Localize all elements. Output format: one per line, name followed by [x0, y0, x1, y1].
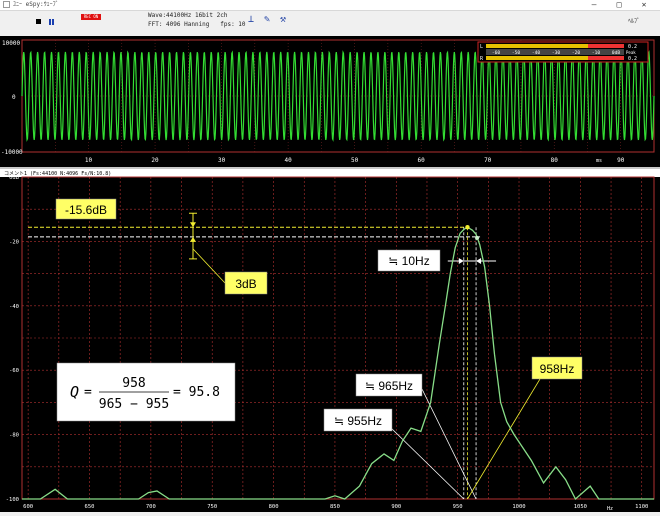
maximize-button[interactable]: □ — [608, 0, 630, 10]
record-button[interactable]: REC ON — [81, 14, 101, 20]
help-menu[interactable]: ﾍﾙﾌﾟ — [628, 16, 640, 25]
wave-x-tick: 50 — [351, 157, 359, 164]
spectrum-header: コメント1 (Fs:44100 N:4096 Fs/N:10.8) — [4, 171, 111, 177]
wave-x-tick: 70 — [484, 157, 492, 164]
pen-icon[interactable]: ✎ — [261, 14, 273, 26]
meter-peak-label: Peak — [626, 50, 636, 55]
close-button[interactable]: ✕ — [633, 0, 655, 10]
waveform-svg: 10000 0 -10000 10 20 30 40 50 60 70 80 90 ms L R… — [1, 39, 655, 164]
spectrum-y-tick: -100 — [6, 497, 19, 503]
app-icon — [3, 1, 10, 8]
meter-scale-label: -50 — [512, 50, 520, 56]
meter-scale-label: -20 — [572, 50, 580, 56]
spectrum-svg: コメント1 (Fs:44100 N:4096 Fs/N:10.8) 0dB -20… — [0, 169, 660, 512]
window-title: ﾕﾆｰ eSpy:ｳｪｰﾌﾞ — [13, 1, 59, 8]
stop-icon[interactable] — [36, 19, 41, 24]
spectrum-x-tick: 600 — [23, 504, 33, 510]
peak-marker — [465, 225, 470, 230]
q-numerator: 958 — [122, 376, 145, 391]
upper-freq-label: ≒ 965Hz — [365, 379, 413, 393]
peak-level-label: -15.6dB — [65, 203, 107, 217]
annotation-center-freq: 958Hz — [531, 356, 583, 380]
meter-scale-label: -10 — [592, 50, 600, 56]
wave-y-tick: 0 — [12, 94, 16, 101]
q-symbol: Q — [70, 383, 79, 401]
drop-arrow — [190, 236, 196, 242]
annotation-bandwidth: ≒ 10Hz — [377, 249, 441, 272]
meter-left-label: L — [480, 44, 483, 50]
drop-leader — [192, 248, 226, 284]
waveform-x-ticks: 10 20 30 40 50 60 70 80 90 — [85, 157, 625, 164]
wave-x-tick: 60 — [418, 157, 426, 164]
bandwidth-arrowhead — [458, 258, 464, 264]
wave-x-tick: 40 — [284, 157, 292, 164]
waveform-panel: 10000 0 -10000 10 20 30 40 50 60 70 80 90 ms L R… — [0, 36, 660, 167]
meter-scale-label: -30 — [552, 50, 560, 56]
q-formula-box: Q = 958 965 − 955 = 95.8 — [56, 362, 236, 422]
spectrum-y-tick: -80 — [9, 433, 19, 439]
q-equals: = — [84, 385, 92, 400]
minimize-button[interactable]: — — [583, 0, 605, 10]
annotation-guides — [28, 212, 541, 500]
bandwidth-label: ≒ 10Hz — [388, 254, 429, 268]
spectrum-x-tick: 700 — [146, 504, 156, 510]
annotation-peak-level: -15.6dB — [55, 198, 117, 220]
drop-arrow — [190, 222, 196, 228]
drop-label: 3dB — [235, 277, 256, 291]
bars-icon[interactable]: ⊥ — [245, 14, 257, 26]
spectrum-x-tick: 950 — [453, 504, 463, 510]
spectrum-x-tick: 1100 — [635, 504, 648, 510]
spectrum-y-tick: -60 — [9, 368, 19, 374]
lower-freq-label: ≒ 955Hz — [334, 414, 382, 428]
half-power-marker — [475, 235, 480, 240]
wrench-icon[interactable]: ⚒ — [277, 14, 289, 26]
wave-x-tick: 30 — [218, 157, 226, 164]
meter-scale-label: 0dB — [612, 50, 620, 56]
spectrum-x-tick: 1050 — [574, 504, 587, 510]
spectrum-grid — [22, 177, 654, 499]
annotation-lower-freq: ≒ 955Hz — [323, 408, 393, 432]
spectrum-x-ticks: 600 650 700 750 800 850 900 950 1000 1050 1100 — [23, 504, 648, 510]
meter-left-peak — [588, 44, 624, 48]
spectrum-y-tick: -40 — [9, 304, 19, 310]
spectrum-x-tick: 1000 — [512, 504, 525, 510]
level-meter: L R -60 -50 -40 -30 -20 -10 0dB 0.2 Peak 0.2 — [477, 41, 649, 63]
spectrum-y-tick: 0dB — [9, 175, 20, 181]
wave-x-tick: 10 — [85, 157, 93, 164]
spectrum-x-tick: 800 — [269, 504, 279, 510]
wave-x-unit: ms — [596, 158, 602, 164]
spectrum-y-ticks: 0dB -20 -40 -60 -80 -100 — [6, 175, 20, 503]
spectrum-x-unit: Hz — [607, 506, 613, 512]
wave-x-tick: 90 — [617, 157, 625, 164]
fft-info: FFT: 4096 Hanning fps: 10 — [148, 21, 246, 28]
bandwidth-arrowhead — [476, 258, 482, 264]
meter-scale-label: -40 — [532, 50, 540, 56]
wave-info: Wave:44100Hz 16bit 2ch — [148, 12, 228, 19]
spectrum-y-tick: -20 — [9, 239, 19, 245]
spectrum-panel: コメント1 (Fs:44100 N:4096 Fs/N:10.8) 0dB -20… — [0, 169, 660, 512]
wave-x-tick: 20 — [151, 157, 159, 164]
annotation-upper-freq: ≒ 965Hz — [355, 373, 423, 397]
wave-y-tick: -10000 — [1, 149, 23, 156]
wave-x-tick: 80 — [551, 157, 559, 164]
spectrum-x-tick: 750 — [207, 504, 217, 510]
spectrum-x-tick: 900 — [391, 504, 401, 510]
spectrum-x-tick: 650 — [85, 504, 95, 510]
title-bar: ﾕﾆｰ eSpy:ｳｪｰﾌﾞ — □ ✕ — [0, 0, 660, 11]
wave-y-tick: 10000 — [2, 40, 20, 47]
center-freq-leader — [467, 378, 541, 500]
annotation-3db: 3dB — [224, 271, 268, 295]
q-denominator: 965 − 955 — [99, 397, 169, 412]
meter-scale-label: -60 — [492, 50, 500, 56]
q-result: = 95.8 — [173, 385, 220, 400]
pause-icon[interactable] — [49, 19, 54, 25]
meter-right-peak — [588, 56, 624, 60]
meter-right-value: 0.2 — [628, 56, 637, 62]
center-freq-label: 958Hz — [540, 362, 575, 376]
spectrum-x-tick: 850 — [330, 504, 340, 510]
